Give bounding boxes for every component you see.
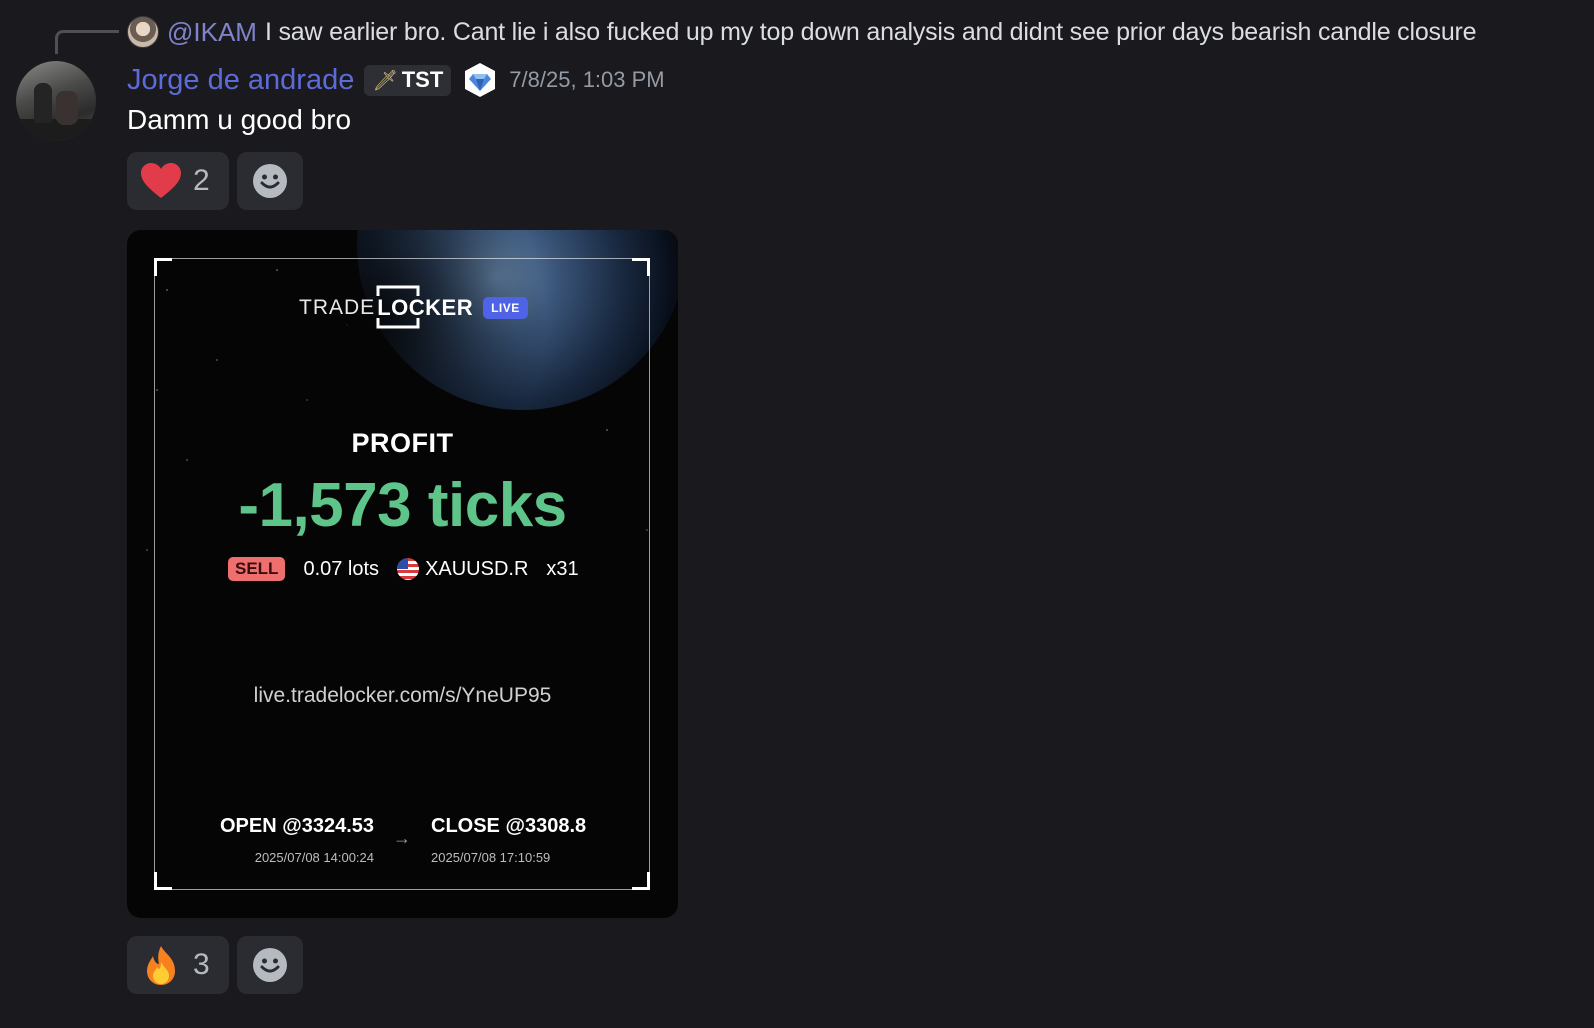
reaction-count: 2 <box>193 164 210 197</box>
share-link[interactable]: live.tradelocker.com/s/YneUP95 <box>127 684 678 708</box>
open-price: OPEN @3324.53 <box>220 815 375 837</box>
profit-value: -1,573 ticks <box>238 471 567 540</box>
smiley-icon <box>253 164 287 198</box>
message-content: Damm u good bro <box>127 104 352 135</box>
timestamp[interactable]: 7/8/25, 1:03 PM <box>509 67 664 93</box>
open-info: OPEN @3324.53 2025/07/08 14:00:24 <box>220 815 374 865</box>
role-tag-label: TST <box>401 67 444 92</box>
side-badge: SELL <box>228 557 286 581</box>
logo-trade-text: TRADE <box>299 296 376 319</box>
trade-details: SELL 0.07 lots XAUUSD.R x31 <box>228 556 579 582</box>
logo-locker: LOCKER <box>375 285 475 329</box>
reaction-fire[interactable]: 3 <box>127 936 229 994</box>
tradelocker-logo: TRADE LOCKER LIVE <box>299 285 528 331</box>
add-reaction-button[interactable] <box>237 936 303 994</box>
avatar-figure <box>56 91 78 125</box>
avatar-floor <box>16 119 96 141</box>
leverage: x31 <box>546 557 579 580</box>
avatar[interactable] <box>16 61 96 141</box>
close-info: CLOSE @3308.8 2025/07/08 17:10:59 <box>431 815 601 865</box>
add-reaction-button[interactable] <box>237 152 303 210</box>
open-time: 2025/07/08 14:00:24 <box>254 850 374 865</box>
avatar-figure <box>34 83 52 123</box>
frame-corner <box>154 258 172 276</box>
us-flag-icon <box>397 558 420 580</box>
close-price: CLOSE @3308.8 <box>431 815 587 837</box>
fire-icon <box>139 943 183 987</box>
heart-icon <box>139 159 183 203</box>
diamond-badge-icon[interactable] <box>463 62 497 98</box>
profit-label: PROFIT <box>351 428 454 458</box>
arrow-right-icon: → <box>393 828 411 848</box>
symbol: XAUUSD.R <box>425 557 529 580</box>
live-badge: LIVE <box>483 297 528 319</box>
frame-corner <box>154 872 172 890</box>
message-header: Jorge de andrade 🗡 TST 7/8/25, 1:03 PM <box>127 60 665 100</box>
chat-message: @IKAM I saw earlier bro. Cant lie i also… <box>0 0 1594 1028</box>
lot-size: 0.07 lots <box>303 557 380 580</box>
logo-bracket-icon <box>376 285 420 329</box>
smiley-icon <box>253 948 287 982</box>
reply-mention[interactable]: @IKAM <box>167 17 257 48</box>
username[interactable]: Jorge de andrade <box>127 64 354 97</box>
reaction-heart[interactable]: 2 <box>127 152 229 210</box>
reply-avatar[interactable] <box>127 16 159 48</box>
sword-icon: 🗡 <box>372 69 398 92</box>
role-tag[interactable]: 🗡 TST <box>364 64 452 96</box>
frame-corner <box>632 872 650 890</box>
reply-preview[interactable]: @IKAM I saw earlier bro. Cant lie i also… <box>127 14 1477 50</box>
frame-corner <box>632 258 650 276</box>
reply-connector <box>55 30 119 54</box>
reply-text[interactable]: I saw earlier bro. Cant lie i also fucke… <box>265 18 1477 47</box>
close-time: 2025/07/08 17:10:59 <box>431 850 551 865</box>
trade-share-card[interactable]: TRADE LOCKER LIVE PROFIT -1,573 ticks SE… <box>127 230 678 918</box>
reaction-count: 3 <box>193 948 210 981</box>
